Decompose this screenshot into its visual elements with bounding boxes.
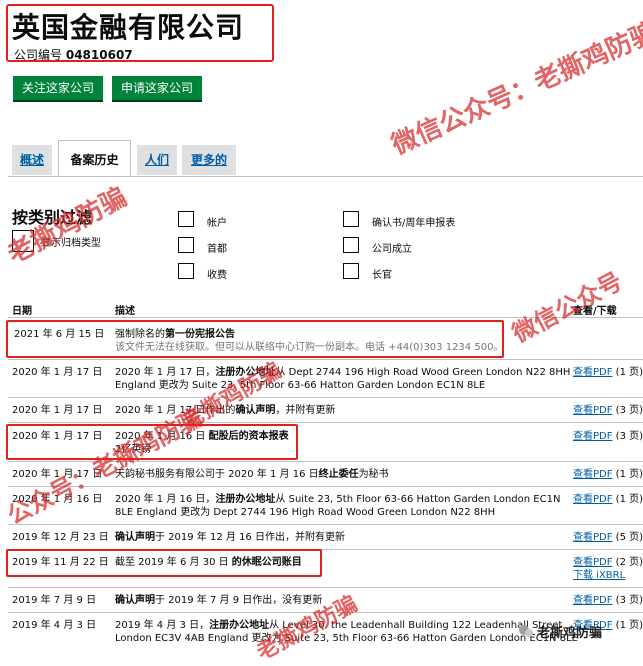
table-divider bbox=[8, 524, 643, 525]
row-description: 确认声明于 2019 年 12 月 16 日作出，并附有更新 bbox=[115, 532, 345, 543]
follow-company-button[interactable]: 关注这家公司 bbox=[13, 76, 104, 100]
filter-capital-label: 首都 bbox=[207, 244, 227, 255]
row-description: 天韵秘书服务有限公司于 2020 年 1 月 16 日终止委任为秘书 bbox=[115, 469, 389, 480]
row-view: 查看PDF (1 页) bbox=[573, 367, 643, 378]
view-pdf-link[interactable]: 查看PDF bbox=[573, 494, 612, 505]
filter-confirmation-checkbox[interactable] bbox=[343, 211, 359, 227]
company-number-label: 公司编号 bbox=[14, 48, 63, 62]
table-divider bbox=[8, 486, 643, 487]
view-pdf-link[interactable]: 查看PDF bbox=[573, 532, 612, 543]
tab-filing-history[interactable]: 备案历史 bbox=[58, 140, 131, 177]
row-date: 2020 年 1 月 17 日 bbox=[12, 469, 103, 480]
download-ixbrl-link[interactable]: 下载 iXBRL bbox=[573, 570, 625, 581]
view-pdf-link[interactable]: 查看PDF bbox=[573, 405, 612, 416]
row-date: 2019 年 4 月 3 日 bbox=[12, 620, 97, 631]
row-description-line2: England 更改为 Suite 23, 5th Floor 63-66 Ha… bbox=[115, 380, 486, 391]
view-pdf-link[interactable]: 查看PDF bbox=[573, 431, 612, 442]
row-description: 2020 年 1 月 17 日作出的确认声明，并附有更新 bbox=[115, 405, 336, 416]
filter-capital-checkbox[interactable] bbox=[178, 237, 194, 253]
row-description: 2019 年 4 月 3 日，注册办公地址从 Level 30, the Lea… bbox=[115, 620, 563, 631]
show-archived-checkbox[interactable] bbox=[12, 230, 34, 252]
column-header-date: 日期 bbox=[12, 306, 32, 317]
company-number-row: 公司编号 04810607 bbox=[14, 46, 133, 63]
row-download: 下载 iXBRL bbox=[573, 569, 625, 582]
row-description-line2: London EC3V 4AB England 更改为 Suite 23, 5t… bbox=[115, 633, 578, 644]
highlight-strike-off-notice bbox=[6, 320, 504, 358]
row-date: 2019 年 7 月 9 日 bbox=[12, 595, 97, 606]
row-view: 查看PDF (2 页) bbox=[573, 557, 643, 568]
table-divider bbox=[8, 397, 643, 398]
column-header-view: 查看/下载 bbox=[573, 306, 617, 317]
table-divider bbox=[8, 317, 643, 318]
wechat-logo-icon bbox=[518, 623, 534, 639]
row-view: 查看PDF (5 页) bbox=[573, 532, 643, 543]
row-view: 查看PDF (1 页) bbox=[573, 494, 643, 505]
filter-charges-label: 收费 bbox=[207, 270, 227, 281]
watermark-wechat: 微信公众号：老撕鸡防骗 bbox=[387, 17, 643, 161]
tabs-divider bbox=[8, 176, 643, 177]
filter-officers-checkbox[interactable] bbox=[343, 263, 359, 279]
tab-more[interactable]: 更多的 bbox=[182, 145, 236, 175]
filter-incorporation-label: 公司成立 bbox=[372, 244, 412, 255]
row-view: 查看PDF (3 页) bbox=[573, 431, 643, 442]
view-pdf-link[interactable]: 查看PDF bbox=[573, 469, 612, 480]
company-number: 04810607 bbox=[65, 48, 133, 62]
view-pdf-link[interactable]: 查看PDF bbox=[573, 557, 612, 568]
table-divider bbox=[8, 587, 643, 588]
table-divider bbox=[8, 359, 643, 360]
filter-accounts-checkbox[interactable] bbox=[178, 211, 194, 227]
filter-officers-label: 长官 bbox=[372, 270, 392, 281]
highlight-capital-statement bbox=[6, 424, 298, 460]
table-divider bbox=[8, 612, 643, 613]
apply-company-button[interactable]: 申请这家公司 bbox=[112, 76, 203, 100]
tab-people[interactable]: 人们 bbox=[137, 145, 177, 175]
column-header-description: 描述 bbox=[115, 306, 135, 317]
highlight-dormant-accounts bbox=[6, 549, 322, 577]
row-description: 2020 年 1 月 17 日，注册办公地址从 Dept 2744 196 Hi… bbox=[115, 367, 571, 378]
row-date: 2020 年 1 月 17 日 bbox=[12, 367, 103, 378]
company-name: 英国金融有限公司 bbox=[12, 11, 245, 44]
filter-title: 按类别过滤 bbox=[12, 208, 93, 227]
row-date: 2019 年 12 月 23 日 bbox=[12, 532, 109, 543]
row-date: 2020 年 1 月 16 日 bbox=[12, 494, 103, 505]
filter-charges-checkbox[interactable] bbox=[178, 263, 194, 279]
filter-incorporation-checkbox[interactable] bbox=[343, 237, 359, 253]
view-pdf-link[interactable]: 查看PDF bbox=[573, 367, 612, 378]
view-pdf-link[interactable]: 查看PDF bbox=[573, 595, 612, 606]
table-divider bbox=[8, 422, 643, 423]
tab-overview[interactable]: 概述 bbox=[12, 145, 52, 175]
row-view: 查看PDF (1 页) bbox=[573, 469, 643, 480]
show-archived-label: 显示归档类型 bbox=[41, 238, 101, 249]
row-description-line2: 8LE England 更改为 Dept 2744 196 High Road … bbox=[115, 507, 496, 518]
row-date: 2020 年 1 月 17 日 bbox=[12, 405, 103, 416]
row-view: 查看PDF (3 页) bbox=[573, 595, 643, 606]
filter-confirmation-label: 确认书/周年申报表 bbox=[372, 218, 456, 229]
filter-accounts-label: 帐户 bbox=[207, 218, 227, 229]
row-view: 查看PDF (3 页) bbox=[573, 405, 643, 416]
row-description: 2020 年 1 月 16 日，注册办公地址从 Suite 23, 5th Fl… bbox=[115, 494, 561, 505]
row-description: 确认声明于 2019 年 7 月 9 日作出，没有更新 bbox=[115, 595, 323, 606]
table-divider bbox=[8, 461, 643, 462]
brand-badge: 老撕鸡防骗 bbox=[537, 626, 603, 641]
